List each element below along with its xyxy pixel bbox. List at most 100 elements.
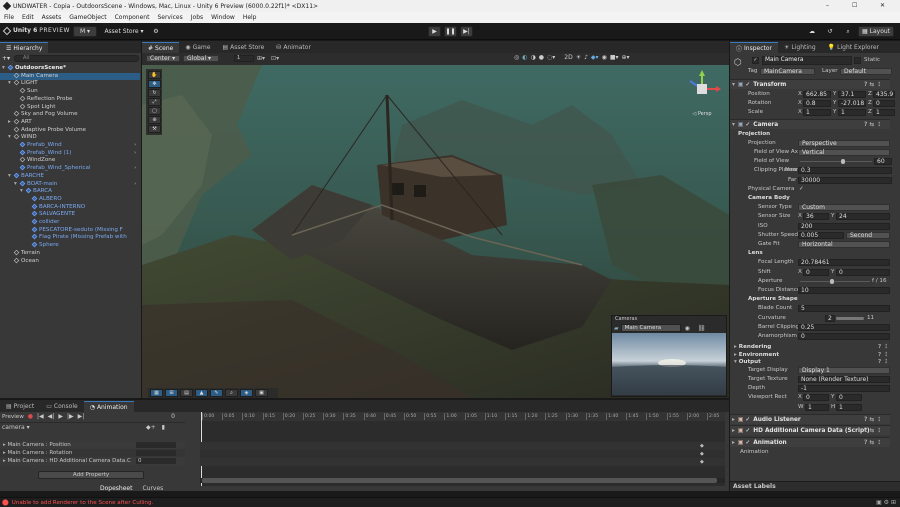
tab-project[interactable]: ▤ Project xyxy=(0,401,40,412)
orientation-gizmo[interactable]: ◁ Persp xyxy=(680,69,724,117)
hierarchy-item[interactable]: WindZone xyxy=(0,157,140,165)
barrel-clipping-field[interactable]: 0.25 xyxy=(798,323,890,331)
effects-icon[interactable]: ◆▾ xyxy=(591,54,599,61)
hidden-objects-icon[interactable]: ◉ xyxy=(602,54,607,61)
tab-animator[interactable]: ⛁ Animator xyxy=(270,42,317,53)
animation-track[interactable]: ▸ Main Camera : Rotation xyxy=(0,449,185,457)
transform-y-field[interactable]: -27.018 xyxy=(838,99,866,107)
component-header[interactable]: ▸ ▣ ✓ Animation ? ⇆ ⋮ xyxy=(730,436,890,447)
hierarchy-item[interactable]: ▾ LIGHT xyxy=(0,80,140,88)
shutter-field[interactable]: 0.005 xyxy=(798,231,844,239)
move-tool-icon[interactable]: ✥ xyxy=(148,80,161,88)
open-prefab-arrow-icon[interactable]: › xyxy=(134,165,136,173)
asset-store-button[interactable]: Asset Store ▾ xyxy=(102,26,146,37)
menu-services[interactable]: Services xyxy=(153,14,186,21)
open-prefab-arrow-icon[interactable]: › xyxy=(134,142,136,150)
sensor-y-field[interactable]: 24 xyxy=(836,213,890,221)
expand-arrow-icon[interactable]: ▾ xyxy=(8,173,14,181)
curvature-max-field[interactable]: 11 xyxy=(867,314,874,323)
keyframe-marker[interactable]: ◆ xyxy=(700,443,704,449)
shift-x-field[interactable]: 0 xyxy=(803,268,829,276)
anamorphism-field[interactable]: 0 xyxy=(798,333,890,340)
tag-dropdown[interactable]: MainCamera xyxy=(760,68,815,75)
tab-hierarchy[interactable]: ☰ Hierarchy xyxy=(0,42,49,53)
menu-window[interactable]: Window xyxy=(207,14,239,21)
tab-scene[interactable]: # Scene xyxy=(142,42,180,53)
aperture-slider-thumb[interactable] xyxy=(829,278,834,284)
target-texture-field[interactable]: None (Render Texture) xyxy=(798,375,890,383)
foldout-arrow-icon[interactable]: ▸ xyxy=(732,417,735,423)
camera-icon[interactable]: ▣ xyxy=(255,389,268,397)
prev-key-icon[interactable]: ◀| xyxy=(48,413,55,420)
component-enabled-checkbox[interactable]: ✓ xyxy=(745,82,750,88)
projection-section[interactable]: Projection xyxy=(738,130,770,139)
shift-y-field[interactable]: 0 xyxy=(836,268,890,276)
transform-z-field[interactable]: 1 xyxy=(873,108,895,116)
open-prefab-arrow-icon[interactable]: › xyxy=(134,181,136,189)
close-button[interactable]: ✕ xyxy=(880,2,885,9)
depth-field[interactable]: -1 xyxy=(798,385,890,393)
record-icon[interactable]: ● xyxy=(28,413,33,420)
near-field[interactable]: 0.3 xyxy=(798,167,892,175)
frame-field[interactable]: 0 xyxy=(171,413,175,420)
animation-track[interactable]: ▸ Main Camera : HD Additional Camera Dat… xyxy=(0,457,185,465)
aperture-value[interactable]: f / 16 xyxy=(872,277,887,286)
hierarchy-item[interactable]: ▸ ART xyxy=(0,118,140,127)
shutter-unit-dropdown[interactable]: Second xyxy=(846,231,890,239)
hierarchy-item[interactable]: Adaptive Probe Volume xyxy=(0,126,140,135)
aperture-shape-section[interactable]: Aperture Shape xyxy=(748,295,798,304)
foldout-arrow-icon[interactable]: ▾ xyxy=(732,122,735,128)
snap-icon[interactable]: ⊞ xyxy=(165,389,178,397)
curvature-range-slider[interactable] xyxy=(836,316,864,320)
hierarchy-item[interactable]: PESCATORE-seduto (Missing F xyxy=(0,226,140,235)
hierarchy-item[interactable]: ▾ BARCA xyxy=(0,188,140,196)
component-enabled-checkbox[interactable]: ✓ xyxy=(745,122,750,128)
sensor-x-field[interactable]: 36 xyxy=(803,213,829,221)
dopesheet-tab[interactable]: Dopesheet xyxy=(100,485,132,492)
camera-header[interactable]: ▾ ▣ ✓ Camera ? ⇆ ⋮ xyxy=(730,119,890,130)
animation-track[interactable]: ▸ Main Camera : Position xyxy=(0,441,185,449)
space-dropdown[interactable]: Global ▾ xyxy=(183,55,219,62)
curves-tab[interactable]: Curves xyxy=(142,485,163,492)
fov-axis-dropdown[interactable]: Vertical xyxy=(798,149,890,156)
hierarchy-item[interactable]: BARCA-INTERNO xyxy=(0,203,140,212)
history-icon[interactable]: ↺ xyxy=(824,26,836,37)
lighting-toggle-icon[interactable]: ☀ xyxy=(576,54,581,61)
component-enabled-checkbox[interactable]: ✓ xyxy=(745,417,750,423)
transform-y-field[interactable]: 37.1 xyxy=(838,90,866,98)
curvature-min-field[interactable]: 2 xyxy=(825,314,835,322)
hierarchy-item[interactable]: Main Camera xyxy=(0,72,140,81)
viewport-x-field[interactable]: 0 xyxy=(803,394,829,402)
transform-z-field[interactable]: 0 xyxy=(873,99,895,107)
play-anim-icon[interactable]: ▶ xyxy=(58,413,63,420)
layout-dropdown[interactable]: ▦ Layout xyxy=(858,26,894,37)
hierarchy-item[interactable]: Flag Pirate (Missing Prefab with xyxy=(0,234,140,242)
transform-z-field[interactable]: 435.9 xyxy=(873,90,895,98)
hierarchy-item[interactable]: ▾ BARCHE xyxy=(0,172,140,181)
component-menu-icon[interactable]: ? ⇆ ⋮ xyxy=(864,80,882,90)
transform-header[interactable]: ▾ ▣ ✓ Transform ? ⇆ ⋮ xyxy=(730,79,890,89)
transform-tool-icon[interactable]: ⊕ xyxy=(148,116,161,124)
track-value[interactable]: 0 xyxy=(136,458,176,464)
timeline-area[interactable]: 0:00 0:05 0:10 0:15 0:20 0:25 0:30 0:35 0:40 0:45… xyxy=(200,412,725,486)
add-event-icon[interactable]: ▮ xyxy=(162,424,165,431)
gizmos-icon[interactable]: ⊕▾ xyxy=(622,54,630,61)
hierarchy-item[interactable]: Sphere xyxy=(0,242,140,250)
projection-dropdown[interactable]: Perspective xyxy=(798,139,890,147)
hierarchy-item[interactable]: Sun xyxy=(0,88,140,96)
timeline-scrollbar[interactable] xyxy=(200,478,725,483)
hierarchy-item[interactable]: SALVAGENTE xyxy=(0,211,140,219)
keyframe-marker[interactable]: ◆ xyxy=(700,451,704,457)
fov-field[interactable]: 60 xyxy=(874,158,892,166)
view-tool-icon[interactable]: ✋ xyxy=(148,71,161,79)
asset-labels-bar[interactable]: Asset Labels xyxy=(730,481,900,491)
track-value[interactable] xyxy=(136,450,176,456)
expand-arrow-icon[interactable]: ▸ xyxy=(8,119,14,127)
last-key-icon[interactable]: ▶| xyxy=(78,413,85,420)
expand-arrow-icon[interactable]: ▾ xyxy=(14,181,20,189)
foldout-arrow-icon[interactable]: ▸ xyxy=(732,428,735,434)
viewport-h-field[interactable]: 1 xyxy=(836,403,862,411)
fov-slider-track[interactable] xyxy=(800,161,872,163)
zoom-icon[interactable]: ⌕ xyxy=(225,389,238,397)
first-key-icon[interactable]: |◀ xyxy=(37,413,44,420)
